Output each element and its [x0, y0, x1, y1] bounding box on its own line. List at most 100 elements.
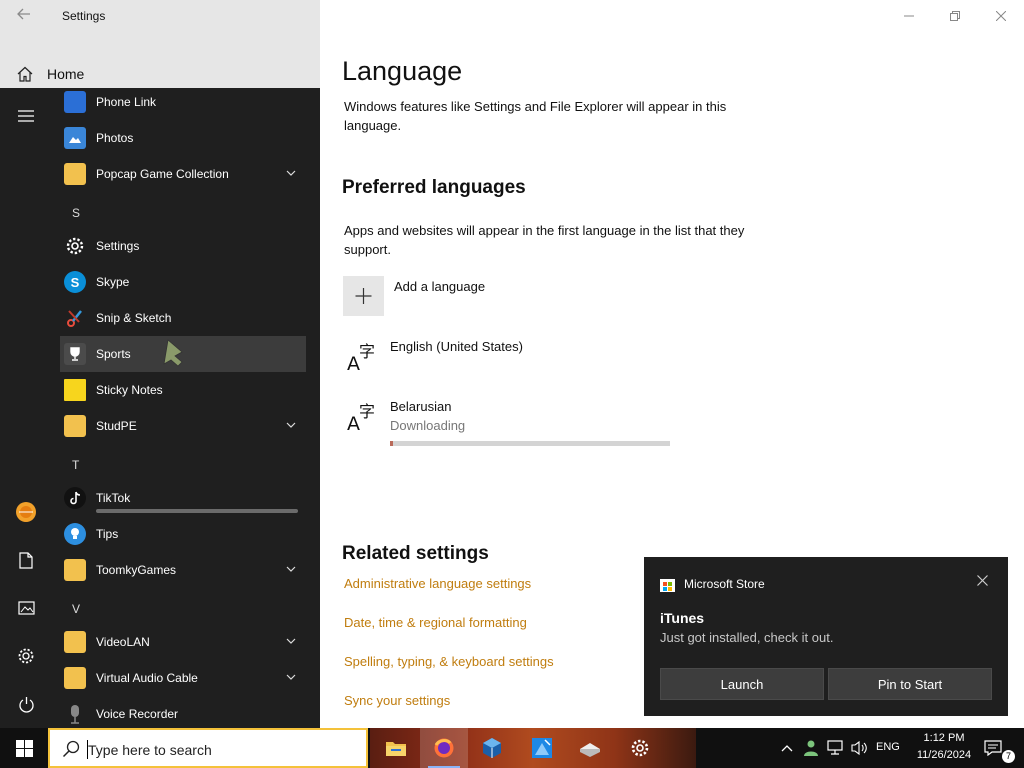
language-name: English (United States) [390, 339, 523, 354]
people-tray-button[interactable] [802, 739, 820, 757]
windows-logo-icon [15, 739, 33, 757]
power-button[interactable] [8, 686, 44, 722]
preferred-languages-description: Apps and websites will appear in the fir… [344, 223, 745, 257]
expand-menu-button[interactable] [8, 98, 44, 134]
close-window-button[interactable] [978, 0, 1024, 32]
start-app-virtual-audio-cable-folder[interactable]: Virtual Audio Cable [60, 660, 306, 696]
start-menu-rail [0, 88, 52, 728]
toast-pin-to-start-button[interactable]: Pin to Start [828, 668, 992, 700]
letter-header-t[interactable]: T [72, 458, 79, 472]
link-spelling-typing-keyboard-settings[interactable]: Spelling, typing, & keyboard settings [344, 654, 554, 669]
close-icon [977, 575, 988, 586]
app-label: Skype [96, 275, 130, 289]
back-arrow-icon [17, 8, 30, 20]
taskbar-firefox[interactable] [420, 728, 468, 768]
start-button[interactable] [0, 728, 48, 768]
start-app-videolan-folder[interactable]: VideoLAN [60, 624, 306, 660]
user-avatar-icon [16, 502, 36, 522]
phone-link-icon [64, 91, 86, 113]
network-tray-button[interactable] [826, 739, 844, 757]
start-app-sports[interactable]: Sports [60, 336, 306, 372]
taskbar-virtualbox[interactable] [468, 728, 516, 768]
taskbar-file-explorer[interactable] [372, 728, 420, 768]
start-app-sticky-notes[interactable]: Sticky Notes [60, 372, 306, 408]
start-app-studpe-folder[interactable]: StudPE [60, 408, 306, 444]
speaker-icon [851, 740, 867, 756]
clock-date: 11/26/2024 [916, 749, 972, 761]
toast-app-name: Microsoft Store [684, 577, 765, 591]
people-icon [804, 740, 818, 756]
app-label: Sports [96, 347, 131, 361]
link-administrative-language-settings[interactable]: Administrative language settings [344, 576, 531, 591]
app-installer-icon [532, 738, 552, 758]
download-progress-fill [390, 441, 393, 446]
restore-button[interactable] [932, 0, 978, 32]
action-center-button[interactable] [984, 739, 1002, 757]
firefox-icon [434, 738, 454, 758]
sticky-notes-icon [64, 379, 86, 401]
home-label: Home [47, 66, 85, 82]
notification-icon [984, 740, 1002, 756]
link-sync-your-settings[interactable]: Sync your settings [344, 693, 450, 708]
start-app-voice-recorder[interactable]: Voice Recorder [60, 696, 306, 732]
minimize-button[interactable] [886, 0, 932, 32]
scrollbar-thumb[interactable] [96, 509, 298, 513]
chevron-up-icon [781, 745, 793, 752]
start-app-tips[interactable]: Tips [60, 516, 306, 552]
start-app-settings[interactable]: Settings [60, 228, 306, 264]
letter-header-s[interactable]: S [72, 206, 80, 220]
toast-close-button[interactable] [977, 573, 988, 591]
start-app-photos[interactable]: Photos [60, 120, 306, 156]
pictures-button[interactable] [8, 590, 44, 626]
letter-header-v[interactable]: V [72, 602, 80, 616]
chevron-down-icon [286, 422, 296, 428]
snip-sketch-icon [64, 307, 86, 329]
back-button[interactable] [8, 4, 40, 30]
start-app-toomkygames-folder[interactable]: ToomkyGames [60, 552, 306, 588]
settings-rail-button[interactable] [8, 638, 44, 674]
download-status: Downloading [390, 418, 466, 433]
folder-icon [64, 415, 86, 437]
language-glyph-icon: A 字 [347, 342, 375, 372]
books-icon [580, 743, 600, 757]
app-label: Settings [96, 239, 140, 253]
preferred-languages-heading: Preferred languages [342, 177, 526, 198]
toast-notification[interactable]: Microsoft Store iTunes Just got installe… [644, 557, 1008, 716]
user-account-button[interactable] [8, 494, 44, 530]
file-explorer-icon [386, 742, 406, 756]
taskbar-search-box[interactable]: Type here to search [48, 728, 368, 768]
volume-tray-button[interactable] [850, 739, 868, 757]
start-app-popcap-folder[interactable]: Popcap Game Collection [60, 156, 306, 192]
page-title: Language [342, 56, 463, 86]
input-language-indicator[interactable]: ENG [876, 741, 900, 753]
start-app-skype[interactable]: S Skype [60, 264, 306, 300]
show-hidden-icons-button[interactable] [778, 739, 796, 757]
taskbar-settings[interactable] [616, 728, 664, 768]
settings-gear-icon [631, 739, 649, 757]
chevron-down-icon [286, 674, 296, 680]
settings-gear-icon [64, 235, 86, 257]
hamburger-icon [18, 110, 34, 122]
start-app-phone-link[interactable]: Phone Link [60, 84, 306, 120]
settings-window-title: Settings [62, 9, 106, 23]
language-glyph-icon: A 字 [347, 402, 375, 432]
toast-body: Just got installed, check it out. [660, 630, 834, 645]
start-app-snip-sketch[interactable]: Snip & Sketch [60, 300, 306, 336]
skype-icon: S [64, 271, 86, 293]
chevron-down-icon [286, 638, 296, 644]
tiktok-icon [64, 487, 86, 509]
link-date-time-regional-formatting[interactable]: Date, time & regional formatting [344, 615, 527, 630]
folder-icon [64, 667, 86, 689]
clock-time: 1:12 PM [923, 732, 965, 744]
svg-text:字: 字 [359, 402, 375, 421]
app-label: Sticky Notes [96, 383, 163, 397]
chevron-down-icon [286, 170, 296, 176]
add-language-button[interactable] [343, 276, 384, 316]
power-icon [18, 696, 34, 713]
trophy-icon [64, 343, 86, 365]
taskbar-books-app[interactable] [566, 728, 614, 768]
toast-launch-button[interactable]: Launch [660, 668, 824, 700]
taskbar-app-installer[interactable] [518, 728, 566, 768]
add-language-label[interactable]: Add a language [394, 279, 485, 294]
documents-button[interactable] [8, 542, 44, 578]
